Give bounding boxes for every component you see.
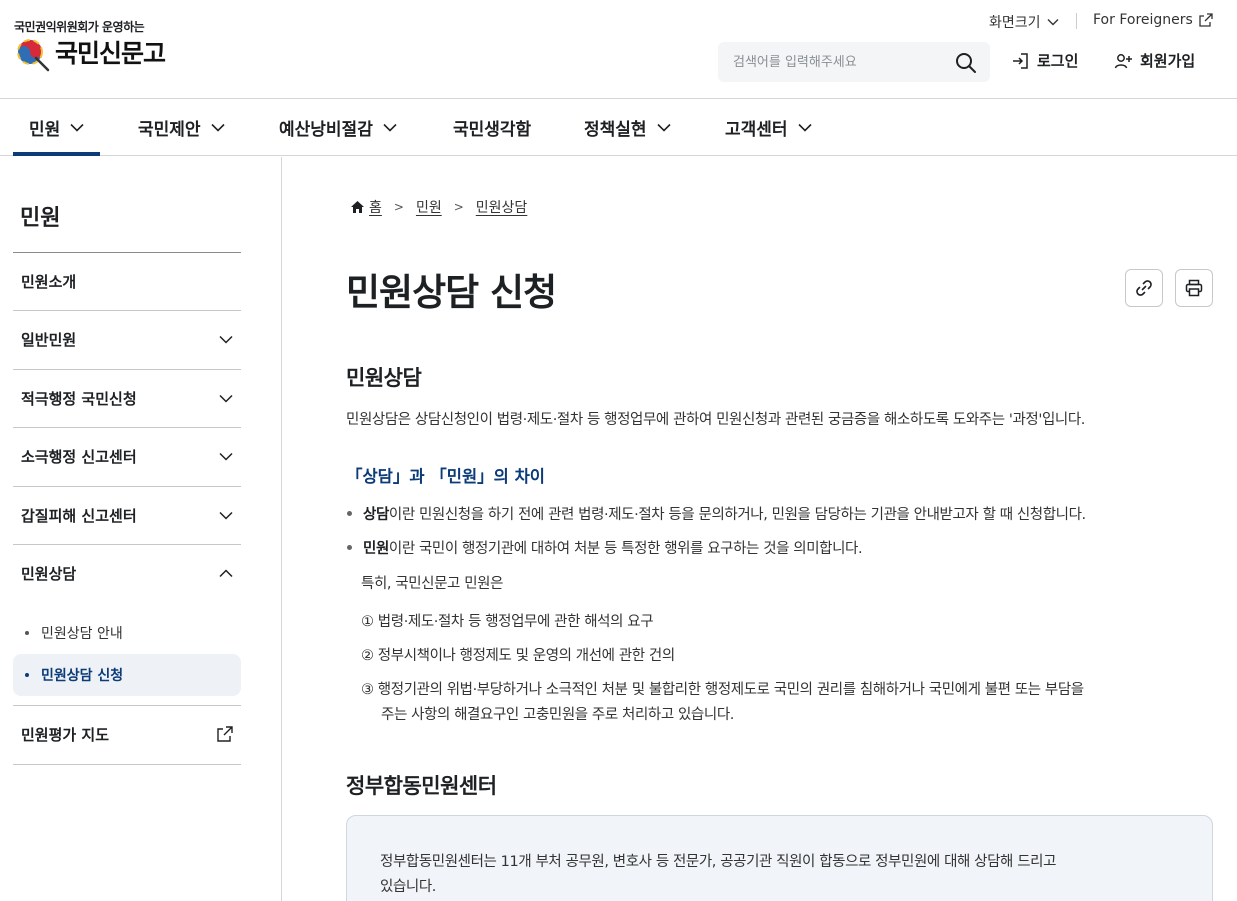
gnb-label: 예산낭비절감	[279, 119, 373, 140]
info-text-line-2: 있습니다.	[380, 879, 436, 895]
breadcrumb-level2-link[interactable]: 민원상담	[476, 197, 528, 217]
bullet-dot	[25, 631, 29, 635]
sidebar-item-label: 민원소개	[21, 272, 77, 291]
chevron-down-icon	[210, 123, 225, 132]
login-label: 로그인	[1037, 52, 1079, 70]
subsection-title-diff: 「상담」과 「민원」의 차이	[346, 467, 545, 486]
util-divider	[1076, 13, 1077, 29]
screen-size-label: 화면크기	[989, 15, 1041, 31]
list-item: 상담 이란 민원신청을 하기 전에 관련 법령·제도·절차 등을 문의하거나, …	[346, 503, 1086, 524]
gnb-item-budget[interactable]: 예산낭비절감	[279, 99, 397, 155]
gnb-label: 정책실현	[584, 119, 647, 140]
breadcrumb-chevron-icon: >	[453, 200, 464, 214]
sidebar-item-eval-map[interactable]: 민원평가 지도	[13, 705, 241, 763]
sidebar-title: 민원	[20, 206, 61, 231]
chevron-down-icon	[219, 511, 233, 520]
login-icon	[1013, 52, 1028, 69]
chevron-down-icon	[219, 394, 233, 403]
breadcrumb: 홈 > 민원 > 민원상담	[350, 197, 527, 217]
sidebar-item-general[interactable]: 일반민원	[13, 310, 241, 368]
info-box: 정부합동민원센터는 11개 부처 공무원, 변호사 등 전문가, 공공기관 직원…	[346, 815, 1213, 901]
breadcrumb-chevron-icon: >	[393, 200, 404, 214]
external-link-icon	[1199, 13, 1213, 27]
numbered-item-3: ③ 행정기관의 위법·부당하거나 소극적인 처분 및 불합리한 행정제도로 국민…	[361, 682, 1084, 698]
sidebar-item-label: 일반민원	[21, 330, 77, 349]
site-header: 국민권익위원회가 운영하는 국민신문고 화면크기 For Foreigners …	[0, 0, 1237, 99]
home-icon	[351, 201, 364, 213]
gnb-label: 고객센터	[725, 119, 788, 140]
bullet-dot	[347, 511, 352, 516]
gnb-item-proposal[interactable]: 국민제안	[138, 99, 225, 155]
user-plus-icon	[1114, 53, 1132, 68]
bullet-text: 이란 국민이 행정기관에 대하여 처분 등 특정한 행위를 요구하는 것을 의미…	[388, 541, 863, 557]
numbered-item-3-cont: 주는 사항의 해결요구인 고충민원을 주로 처리하고 있습니다.	[381, 707, 734, 723]
sidebar-item-consult[interactable]: 민원상담	[13, 544, 241, 602]
print-button[interactable]	[1175, 269, 1213, 307]
chevron-down-icon	[1047, 19, 1059, 26]
list-item: 민원 이란 국민이 행정기관에 대하여 처분 등 특정한 행위를 요구하는 것을…	[346, 537, 863, 558]
bullet-dot	[25, 673, 29, 677]
link-icon	[1136, 280, 1152, 296]
external-link-icon	[217, 726, 233, 742]
join-button[interactable]: 회원가입	[1114, 50, 1195, 71]
sidebar-divider-line	[13, 764, 241, 765]
bullet-dot	[347, 545, 352, 550]
breadcrumb-level1-link[interactable]: 민원	[416, 197, 442, 217]
chevron-down-icon	[219, 335, 233, 344]
numbered-item-2: ② 정부시책이나 행정제도 및 운영의 개선에 관한 건의	[361, 648, 675, 664]
section-title-center: 정부합동민원센터	[346, 774, 497, 798]
sidebar-item-active-admin[interactable]: 적극행정 국민신청	[13, 369, 241, 427]
breadcrumb-home-link[interactable]: 홈	[369, 197, 382, 217]
bullet-term: 민원	[363, 541, 389, 557]
gnb-label: 국민생각함	[453, 119, 532, 140]
sidebar-item-label: 민원상담	[21, 564, 77, 583]
special-note: 특히, 국민신문고 민원은	[361, 576, 504, 592]
bullet-text: 이란 민원신청을 하기 전에 관련 법령·제도·절차 등을 문의하거나, 민원을…	[388, 507, 1086, 523]
section-desc-consult: 민원상담은 상담신청인이 법령·제도·절차 등 행정업무에 관하여 민원신청과 …	[346, 412, 1085, 428]
section-title-consult: 민원상담	[346, 366, 422, 390]
search-box	[718, 42, 990, 82]
for-foreigners-label: For Foreigners	[1093, 12, 1193, 28]
print-icon	[1185, 279, 1203, 297]
login-button[interactable]: 로그인	[1011, 50, 1078, 71]
sidebar-divider	[281, 157, 282, 901]
chevron-down-icon	[70, 123, 84, 132]
sidebar-item-label: 소극행정 신고센터	[21, 447, 137, 466]
chevron-down-icon	[219, 452, 233, 461]
logo-subtitle: 국민권익위원회가 운영하는	[14, 20, 145, 34]
page-title: 민원상담 신청	[346, 271, 557, 314]
info-text-line-1: 정부합동민원센터는 11개 부처 공무원, 변호사 등 전문가, 공공기관 직원…	[380, 854, 1057, 870]
for-foreigners-link[interactable]: For Foreigners	[1093, 12, 1213, 28]
chevron-down-icon	[383, 123, 397, 132]
chevron-up-icon	[219, 568, 233, 577]
sidebar-item-label: 민원평가 지도	[21, 725, 110, 744]
logo-emblem-icon[interactable]	[14, 36, 52, 72]
gnb-item-minwon[interactable]: 민원	[12, 99, 101, 156]
sidebar-subitem-label: 민원상담 안내	[41, 626, 123, 642]
bullet-term: 상담	[363, 507, 389, 523]
search-icon[interactable]	[954, 51, 978, 75]
gnb-label: 국민제안	[138, 119, 201, 140]
search-input[interactable]	[718, 42, 948, 82]
main-navigation: 민원 국민제안 예산낭비절감 국민생각함 정책실현 고객센터	[0, 99, 1237, 156]
copy-link-button[interactable]	[1125, 269, 1163, 307]
sidebar-subitem-apply[interactable]: 민원상담 신청	[13, 654, 241, 696]
sidebar-item-label: 갑질피해 신고센터	[21, 506, 137, 525]
gnb-label: 민원	[29, 119, 61, 140]
sidebar-item-passive-admin[interactable]: 소극행정 신고센터	[13, 427, 241, 485]
sidebar-subitem-label: 민원상담 신청	[41, 668, 124, 684]
sidebar-item-label: 적극행정 국민신청	[21, 389, 137, 408]
chevron-down-icon	[656, 123, 671, 132]
chevron-down-icon	[797, 123, 812, 132]
gnb-item-customer[interactable]: 고객센터	[725, 99, 812, 155]
join-label: 회원가입	[1140, 52, 1196, 70]
sidebar-item-gapjil[interactable]: 갑질피해 신고센터	[13, 486, 241, 544]
numbered-item-1: ① 법령·제도·절차 등 행정업무에 관한 해석의 요구	[361, 614, 654, 630]
sidebar-item-intro[interactable]: 민원소개	[13, 252, 241, 310]
logo-text[interactable]: 국민신문고	[55, 34, 166, 70]
gnb-item-thinking[interactable]: 국민생각함	[453, 99, 531, 155]
gnb-item-policy[interactable]: 정책실현	[584, 99, 671, 155]
sidebar-subitem-guide[interactable]: 민원상담 안내	[13, 612, 241, 654]
screen-size-toggle[interactable]: 화면크기	[989, 12, 1059, 32]
